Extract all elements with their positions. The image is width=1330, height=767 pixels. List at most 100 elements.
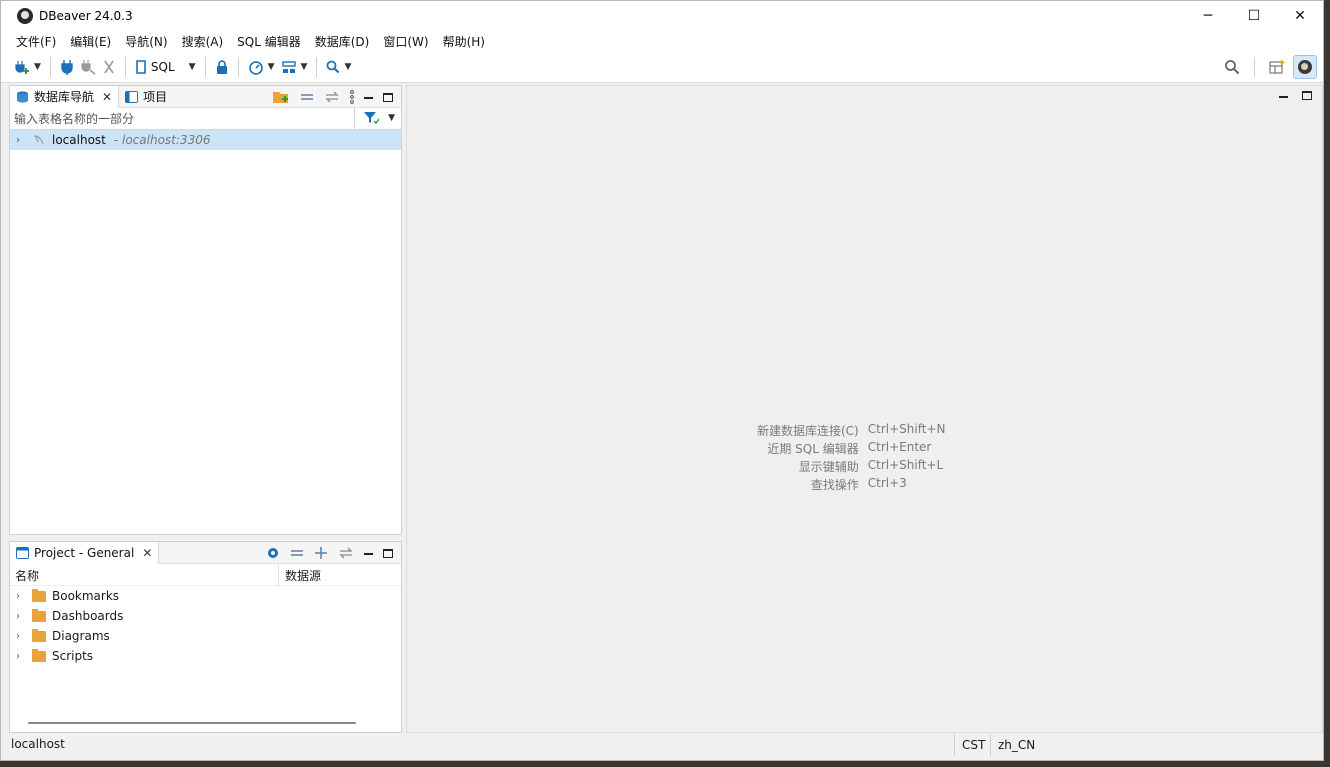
menu-file[interactable]: 文件(F)	[9, 33, 63, 50]
minimize-view-icon[interactable]	[364, 553, 373, 555]
hint-key-assist-label: 显示键辅助	[798, 460, 859, 474]
project-columns-header: 名称 数据源	[10, 564, 401, 586]
new-folder-icon[interactable]	[272, 90, 290, 104]
toolbar-divider	[204, 56, 206, 77]
chevron-down-icon[interactable]: ▼	[301, 62, 308, 72]
chevron-down-icon[interactable]: ▼	[189, 62, 196, 72]
main-toolbar: ▼ SQL ▼ ▼ ▼ ▼	[1, 51, 1323, 83]
menu-window[interactable]: 窗口(W)	[376, 33, 435, 50]
close-icon[interactable]: ✕	[142, 546, 152, 560]
connect-button[interactable]	[57, 55, 77, 79]
chevron-down-icon[interactable]: ▼	[388, 113, 395, 123]
editor-shortcut-hints: 新建数据库连接(C) Ctrl+Shift+N 近期 SQL 编辑器 Ctrl+…	[757, 422, 945, 493]
status-selected-node: localhost	[11, 737, 65, 751]
sql-editor-button[interactable]: SQL ▼	[132, 55, 199, 79]
global-search-icon[interactable]	[1224, 59, 1240, 75]
dashboard-button[interactable]: ▼	[245, 55, 278, 79]
project-icon	[16, 546, 29, 559]
collapse-all-icon[interactable]	[300, 92, 314, 102]
chevron-right-icon[interactable]: ›	[16, 651, 28, 662]
invalidate-button[interactable]	[99, 55, 119, 79]
chevron-down-icon[interactable]: ▼	[344, 62, 351, 72]
project-panel: Project - General ✕ 名称 数据源 › Bookmarks ›	[9, 541, 402, 733]
database-stack-icon	[17, 91, 28, 102]
minimize-view-icon[interactable]	[364, 97, 373, 99]
collapse-all-icon[interactable]	[290, 548, 304, 558]
chevron-right-icon[interactable]: ›	[16, 631, 28, 642]
status-bar: localhost CST zh_CN	[1, 734, 1323, 756]
status-locale[interactable]: zh_CN	[990, 734, 1042, 756]
dbeaver-beaver-icon	[1298, 60, 1312, 74]
toolbar-divider	[49, 56, 51, 77]
maximize-view-icon[interactable]	[383, 92, 393, 102]
hint-find-action-label: 查找操作	[810, 478, 859, 492]
status-timezone[interactable]: CST	[954, 734, 992, 756]
maximize-view-icon[interactable]	[383, 548, 393, 558]
menu-help[interactable]: 帮助(H)	[436, 33, 492, 50]
toolbar-right	[1224, 55, 1317, 79]
open-perspective-icon[interactable]	[1269, 59, 1285, 75]
chevron-right-icon[interactable]: ›	[16, 591, 28, 602]
chevron-right-icon[interactable]: ›	[16, 611, 28, 622]
connection-tree-item[interactable]: › localhost - localhost:3306	[10, 130, 401, 150]
project-item-dashboards[interactable]: › Dashboards	[10, 606, 401, 626]
dbeaver-perspective-button[interactable]	[1293, 55, 1317, 79]
link-with-editor-icon[interactable]	[324, 91, 340, 103]
erd-button[interactable]: ▼	[278, 55, 311, 79]
close-icon[interactable]: ✕	[102, 90, 112, 104]
connection-address: - localhost:3306	[113, 133, 211, 147]
diagrams-folder-icon	[32, 628, 46, 642]
plug-icon	[61, 59, 73, 75]
expand-all-icon[interactable]	[314, 546, 328, 560]
table-name-filter-input[interactable]	[10, 108, 355, 129]
column-datasource-header[interactable]: 数据源	[278, 564, 321, 586]
navigator-view-tools	[272, 86, 393, 108]
editor-area-tools	[1279, 91, 1312, 100]
gear-icon[interactable]	[266, 546, 280, 560]
plug-disconnected-icon	[81, 59, 96, 75]
tab-projects[interactable]: 项目	[119, 86, 173, 108]
tab-project-general[interactable]: Project - General ✕	[10, 541, 160, 564]
horizontal-scrollbar[interactable]	[28, 722, 356, 724]
maximize-view-icon[interactable]	[1302, 91, 1312, 100]
mysql-dolphin-icon	[33, 135, 44, 145]
plug-x-icon	[104, 60, 114, 73]
transaction-mode-button[interactable]	[212, 55, 232, 79]
minimize-view-icon[interactable]	[1279, 95, 1288, 98]
menu-sql-editor[interactable]: SQL 编辑器	[230, 33, 308, 50]
menu-database[interactable]: 数据库(D)	[308, 33, 377, 50]
window-title: DBeaver 24.0.3	[39, 9, 133, 23]
plug-plus-icon	[15, 60, 29, 74]
toolbar-divider	[237, 56, 239, 77]
menu-edit[interactable]: 编辑(E)	[63, 33, 118, 50]
gauge-icon	[248, 60, 263, 75]
project-item-diagrams[interactable]: › Diagrams	[10, 626, 401, 646]
hint-new-connection-label: 新建数据库连接(C)	[757, 424, 859, 438]
close-button[interactable]: ✕	[1277, 1, 1323, 31]
sql-script-icon	[136, 59, 146, 74]
search-toolbar-button[interactable]: ▼	[323, 55, 354, 79]
scripts-folder-icon	[32, 648, 46, 662]
view-menu-icon[interactable]	[350, 90, 354, 104]
chevron-down-icon[interactable]: ▼	[268, 62, 275, 72]
project-item-bookmarks[interactable]: › Bookmarks	[10, 586, 401, 606]
filter-icon[interactable]	[363, 111, 379, 125]
project-item-label: Bookmarks	[52, 589, 120, 603]
navigator-tabbar: 数据库导航 ✕ 项目	[10, 85, 401, 108]
new-connection-button[interactable]: ▼	[11, 55, 44, 79]
maximize-button[interactable]: ☐	[1231, 1, 1277, 31]
sql-button-label: SQL	[150, 59, 175, 74]
chevron-down-icon[interactable]: ▼	[34, 62, 41, 72]
menu-search[interactable]: 搜索(A)	[175, 33, 231, 50]
title-bar: DBeaver 24.0.3 ─ ☐ ✕	[1, 1, 1323, 31]
project-item-scripts[interactable]: › Scripts	[10, 646, 401, 666]
tab-database-navigator[interactable]: 数据库导航 ✕	[10, 85, 120, 108]
disconnect-button[interactable]	[77, 55, 99, 79]
column-name-header[interactable]: 名称	[15, 567, 39, 584]
hint-recent-sql-label: 近期 SQL 编辑器	[767, 442, 859, 456]
minimize-button[interactable]: ─	[1185, 1, 1231, 31]
link-with-editor-icon[interactable]	[338, 547, 354, 559]
connection-name: localhost	[52, 133, 106, 147]
chevron-right-icon[interactable]: ›	[16, 135, 28, 146]
menu-navigate[interactable]: 导航(N)	[118, 33, 174, 50]
